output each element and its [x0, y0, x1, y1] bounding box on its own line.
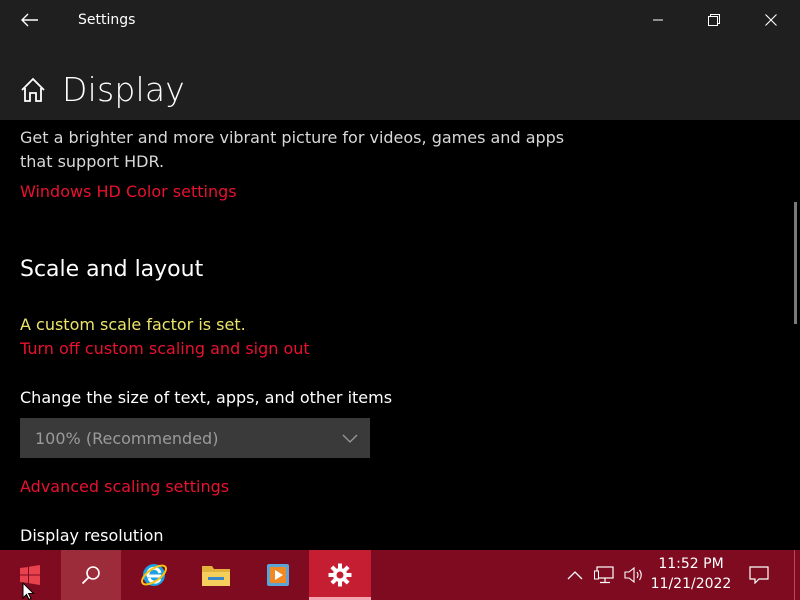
- advanced-scaling-link[interactable]: Advanced scaling settings: [20, 477, 229, 496]
- chevron-up-icon: [567, 571, 583, 580]
- scrollbar-thumb[interactable]: [794, 202, 797, 324]
- internet-explorer-button[interactable]: [123, 550, 185, 600]
- show-hidden-icons-button[interactable]: [563, 550, 587, 600]
- turn-off-scaling-link[interactable]: Turn off custom scaling and sign out: [20, 339, 310, 358]
- hdr-description: Get a brighter and more vibrant picture …: [20, 128, 565, 171]
- taskbar: 11:52 PM 11/21/2022: [0, 550, 800, 600]
- restore-button[interactable]: [686, 0, 742, 40]
- page-title: Display: [62, 70, 186, 109]
- volume-icon: [624, 567, 642, 583]
- size-label: Change the size of text, apps, and other…: [20, 388, 393, 407]
- clock-time: 11:52 PM: [658, 556, 724, 572]
- close-button[interactable]: [743, 0, 799, 40]
- mouse-cursor-icon: [22, 582, 35, 600]
- media-player-button[interactable]: [247, 550, 309, 600]
- file-explorer-button[interactable]: [185, 550, 247, 600]
- notification-icon: [749, 566, 769, 584]
- network-icon: [594, 566, 614, 584]
- title-bar: Settings: [0, 0, 800, 40]
- chevron-down-icon: [342, 434, 358, 443]
- settings-content: Get a brighter and more vibrant picture …: [0, 120, 800, 550]
- home-icon[interactable]: [20, 77, 46, 103]
- minimize-icon: [653, 19, 663, 21]
- settings-gear-icon: [328, 563, 352, 587]
- back-button[interactable]: [10, 5, 50, 35]
- windows-hd-color-link[interactable]: Windows HD Color settings: [20, 182, 237, 201]
- scale-dropdown[interactable]: 100% (Recommended): [20, 418, 370, 458]
- restore-icon: [708, 14, 720, 26]
- action-center-button[interactable]: [744, 550, 774, 600]
- file-explorer-icon: [202, 566, 230, 586]
- scale-dropdown-value: 100% (Recommended): [35, 429, 219, 448]
- volume-button[interactable]: [622, 550, 646, 600]
- search-icon: [81, 566, 100, 585]
- search-button[interactable]: [61, 550, 121, 600]
- media-player-icon: [267, 564, 289, 586]
- close-icon: [765, 14, 777, 26]
- show-desktop-button[interactable]: [794, 550, 795, 600]
- clock-date: 11/21/2022: [650, 576, 732, 592]
- page-header: Display: [0, 40, 800, 120]
- scale-section-title: Scale and layout: [20, 257, 204, 282]
- display-resolution-label: Display resolution: [20, 526, 164, 545]
- minimize-button[interactable]: [630, 0, 686, 40]
- clock[interactable]: 11:52 PM 11/21/2022: [648, 554, 734, 594]
- network-button[interactable]: [592, 550, 618, 600]
- custom-scale-warning: A custom scale factor is set.: [20, 315, 246, 334]
- window-title: Settings: [78, 12, 136, 28]
- back-arrow-icon: [21, 13, 38, 27]
- internet-explorer-icon: [141, 564, 167, 586]
- settings-taskbar-button[interactable]: [309, 550, 371, 600]
